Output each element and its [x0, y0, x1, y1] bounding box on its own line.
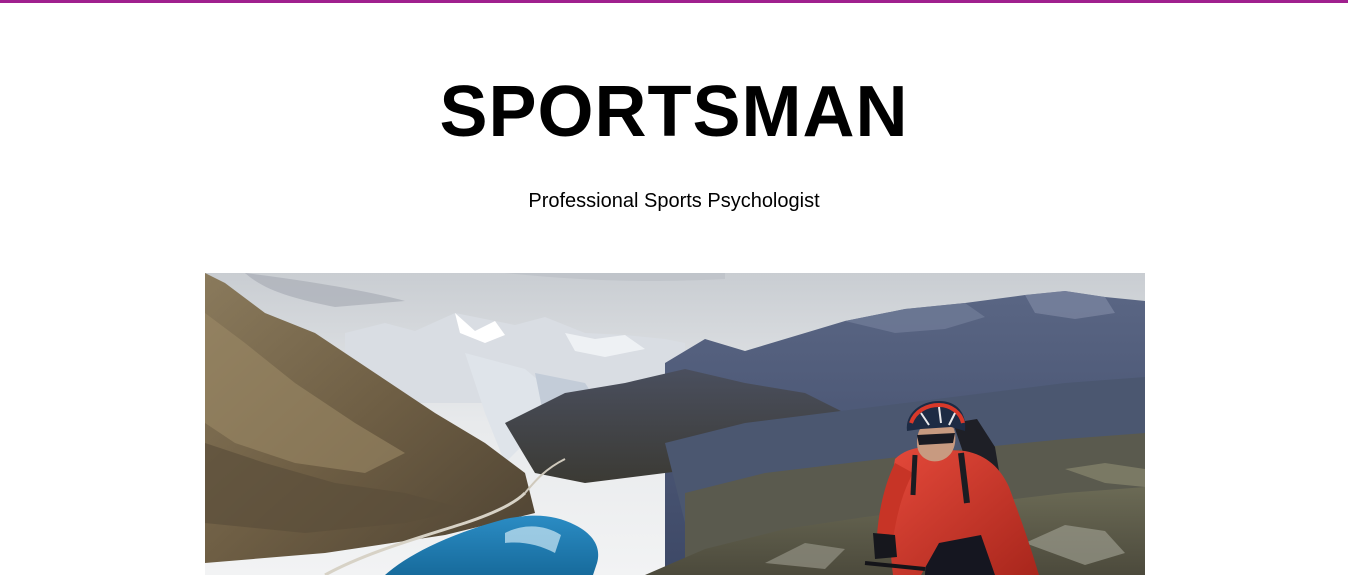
- site-title: SPORTSMAN: [439, 72, 909, 152]
- mountain-cyclist-photo-icon: [205, 273, 1145, 575]
- page: SPORTSMAN Professional Sports Psychologi…: [0, 0, 1348, 575]
- site-tagline: Professional Sports Psychologist: [528, 190, 820, 212]
- hero-image: [205, 273, 1145, 575]
- top-accent-bar: [0, 0, 1348, 3]
